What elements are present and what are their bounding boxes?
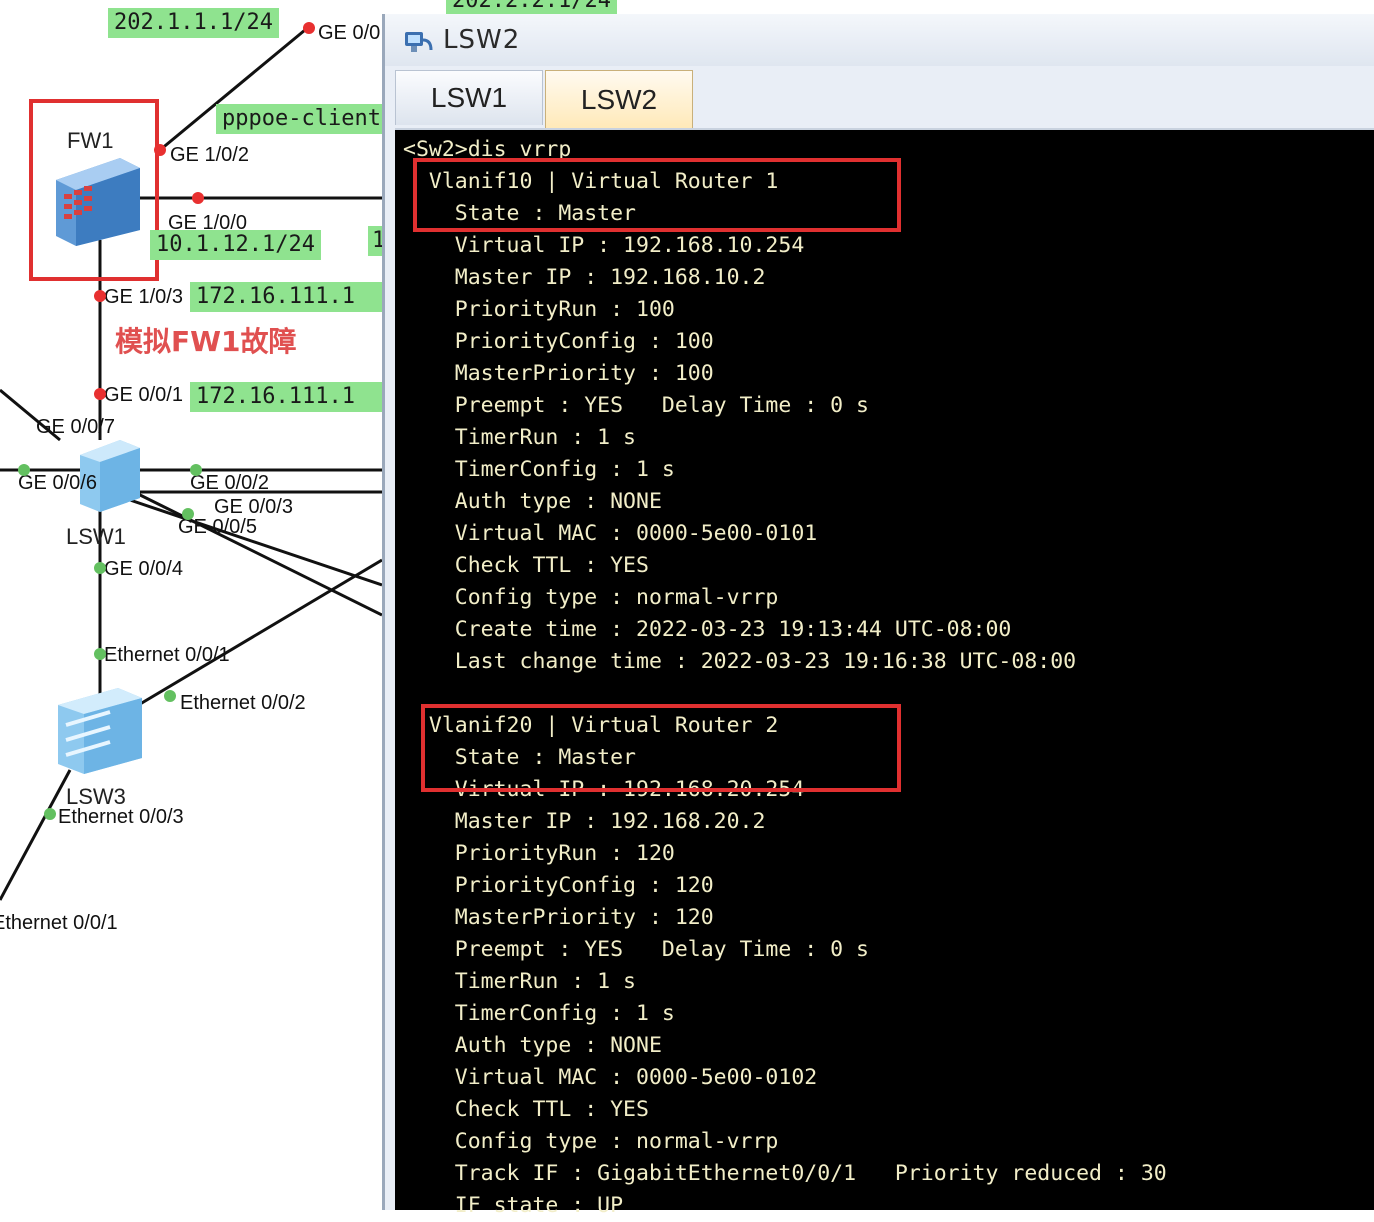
port-dot (190, 464, 202, 476)
tab-lsw1[interactable]: LSW1 (395, 70, 543, 125)
port-dot (182, 508, 194, 520)
terminal-line: Track IF : GigabitEthernet0/0/1 Priority… (403, 1161, 1167, 1186)
terminal-line: Virtual MAC : 0000-5e00-0101 (403, 521, 818, 546)
lsw3-icon (58, 688, 142, 774)
port-lsw1-ge002: GE 0/0/2 (190, 472, 269, 494)
terminal-line: Check TTL : YES (403, 553, 649, 578)
terminal-line: Preempt : YES Delay Time : 0 s (403, 937, 869, 962)
terminal-line: MasterPriority : 100 (403, 361, 714, 386)
port-dot (94, 562, 106, 574)
ip-label-lsw1-ge001: 172.16.111.1 (190, 382, 382, 412)
terminal-app-icon (405, 32, 433, 52)
terminal-line: Config type : normal-vrrp (403, 1129, 779, 1154)
port-dot (94, 648, 106, 660)
port-lsw3-eth002: Ethernet 0/0/2 (180, 692, 306, 714)
terminal-output[interactable]: <Sw2>dis vrrp Vlanif10 | Virtual Router … (395, 128, 1374, 1218)
terminal-line: PriorityRun : 120 (403, 841, 675, 866)
terminal-line: Create time : 2022-03-23 19:13:44 UTC-08… (403, 617, 1012, 642)
vrrp2-state-highlight (421, 704, 901, 792)
terminal-line: Virtual MAC : 0000-5e00-0102 (403, 1065, 818, 1090)
terminal-line: PriorityConfig : 100 (403, 329, 714, 354)
ip-label-pppoe: pppoe-client (216, 104, 382, 134)
terminal-line: TimerConfig : 1 s (403, 457, 675, 482)
terminal-line: TimerConfig : 1 s (403, 1001, 675, 1026)
port-lsw1-ge003: GE 0/0/3 (214, 496, 293, 518)
port-lsw1-ge004: GE 0/0/4 (104, 558, 183, 580)
session-tabs: LSW1 LSW2 (395, 70, 695, 129)
terminal-text: <Sw2>dis vrrp Vlanif10 | Virtual Router … (395, 130, 1374, 1222)
terminal-line: Auth type : NONE (403, 1033, 662, 1058)
ip-label-fw-ge100: 10.1.12.1/24 (150, 230, 321, 260)
terminal-line: Preempt : YES Delay Time : 0 s (403, 393, 869, 418)
port-dot (154, 144, 166, 156)
lsw1-label: LSW1 (66, 524, 126, 549)
ip-label-wan1: 202.1.1.1/24 (108, 8, 279, 38)
port-lsw3-eth001: Ethernet 0/0/1 (104, 644, 230, 666)
terminal-line: IF state : UP (403, 1193, 624, 1218)
topology-canvas[interactable]: 202.1.1.1/24 pppoe-client 10.1.12.1/24 1… (0, 0, 382, 1210)
terminal-line: Last change time : 2022-03-23 19:16:38 U… (403, 649, 1077, 674)
terminal-line: PriorityConfig : 120 (403, 873, 714, 898)
port-fw-ge102: GE 1/0/2 (170, 144, 249, 166)
terminal-line: Virtual IP : 192.168.10.254 (403, 233, 805, 258)
port-dot (94, 290, 106, 302)
port-dot (94, 388, 106, 400)
terminal-line: MasterPriority : 120 (403, 905, 714, 930)
fw1-fault-highlight (29, 99, 159, 281)
port-fw-ge103: GE 1/0/3 (104, 286, 183, 308)
vrrp1-state-highlight (413, 158, 901, 232)
port-lsw1-ge007: GE 0/0/7 (36, 416, 115, 438)
terminal-line: TimerRun : 1 s (403, 969, 636, 994)
port-fw-ge100: GE 1/0/0 (168, 212, 247, 234)
port-dot (303, 22, 315, 34)
terminal-line: Auth type : NONE (403, 489, 662, 514)
window-title: LSW2 (443, 25, 521, 55)
port-pc-eth001: Ethernet 0/0/1 (0, 912, 118, 934)
window-titlebar[interactable]: LSW2 (385, 14, 1374, 66)
terminal-line: Master IP : 192.168.20.2 (403, 809, 766, 834)
terminal-line: PriorityRun : 100 (403, 297, 675, 322)
port-lsw3-eth003: Ethernet 0/0/3 (58, 806, 184, 828)
terminal-line: Check TTL : YES (403, 1097, 649, 1122)
port-fw-top: GE 0/0 (318, 22, 381, 44)
port-dot (18, 464, 30, 476)
fw1-label: FW1 (67, 128, 114, 153)
ip-label-fw-ge103: 172.16.111.1 (190, 282, 382, 312)
terminal-line: Master IP : 192.168.10.2 (403, 265, 766, 290)
tab-lsw2[interactable]: LSW2 (545, 70, 693, 129)
port-dot (44, 808, 56, 820)
port-lsw1-ge006: GE 0/0/6 (18, 472, 97, 494)
port-lsw1-ge001: GE 0/0/1 (104, 384, 183, 406)
terminal-line: TimerRun : 1 s (403, 425, 636, 450)
fault-note: 模拟FW1故障 (115, 325, 297, 358)
port-dot (192, 192, 204, 204)
port-dot (164, 690, 176, 702)
ip-label-fw-ge100-right: 1 (368, 226, 382, 256)
terminal-line: Config type : normal-vrrp (403, 585, 779, 610)
console-window[interactable]: LSW2 LSW1 LSW2 <Sw2>dis vrrp Vlanif10 | … (382, 14, 1374, 1218)
